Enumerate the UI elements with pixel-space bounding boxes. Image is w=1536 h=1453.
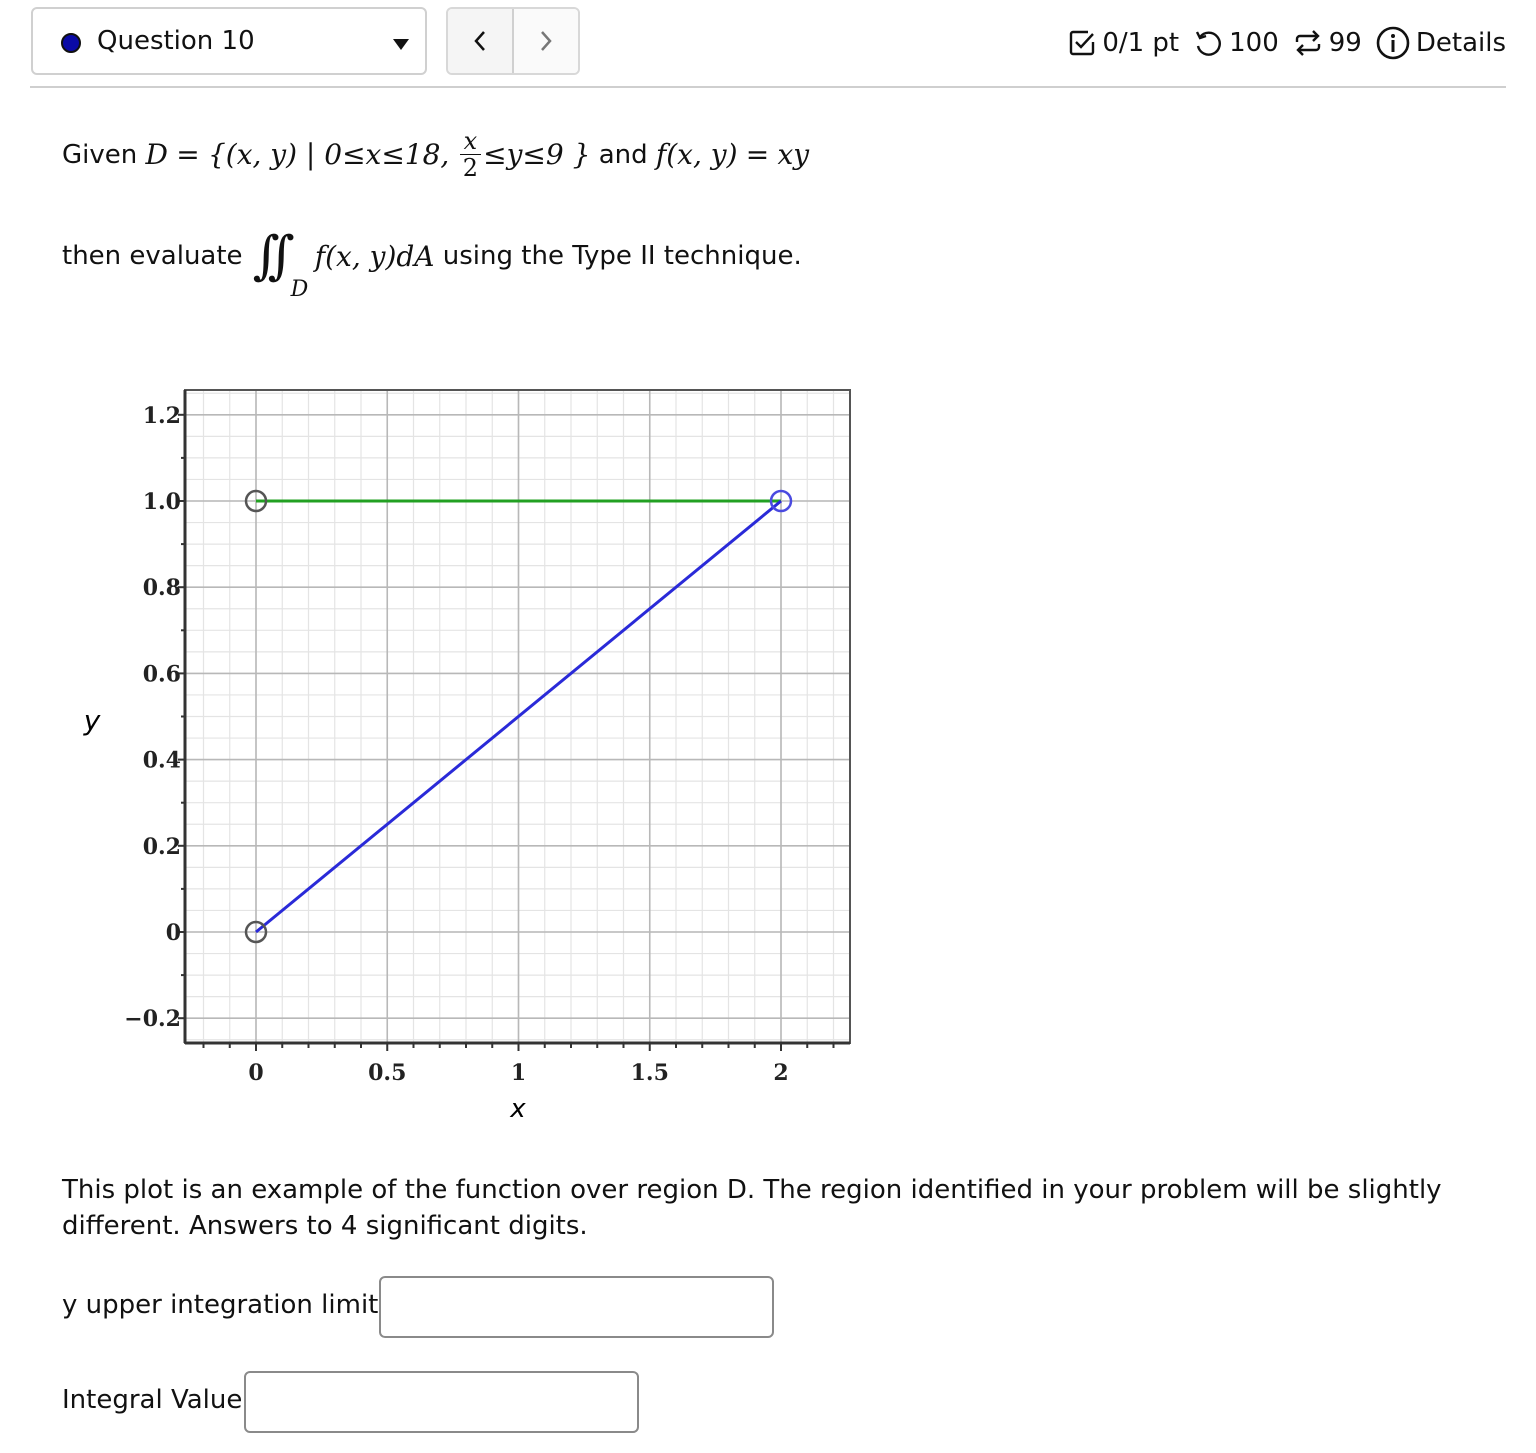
y-tick-label: 1.2: [143, 403, 181, 429]
attempts-item: 99: [1293, 28, 1362, 58]
info-icon: [1376, 26, 1410, 60]
x-tick-label: 1.5: [631, 1060, 669, 1086]
y-tick-label: 0.2: [143, 834, 181, 860]
checkbox-icon: [1070, 30, 1095, 56]
score-item: 0/1 pt: [1068, 28, 1179, 58]
y-upper-limit-input[interactable]: [379, 1276, 774, 1338]
plot-note: This plot is an example of the function …: [62, 1175, 1442, 1241]
x-tick-label: 0: [248, 1060, 263, 1086]
y-tick-label: 0.6: [143, 661, 181, 687]
region-plot: 0 0.5 1 1.5 2 −0.2 0 0.2 0.4 0.6 0.8 1.0 1.2 x y: [83, 389, 851, 1124]
integral-value-label: Integral Value: [62, 1385, 243, 1415]
details-button[interactable]: Details: [1376, 26, 1506, 60]
y-tick-label: 0.8: [143, 575, 181, 601]
score-text: 0/1 pt: [1102, 28, 1180, 58]
x-tick-label: 0.5: [368, 1060, 406, 1086]
tick-labels: 0 0.5 1 1.5 2 −0.2 0 0.2 0.4 0.6 0.8 1.0 1.2: [124, 403, 788, 1086]
x-axis-label: x: [509, 1094, 526, 1124]
details-label: Details: [1415, 28, 1506, 58]
attempts-text: 99: [1328, 28, 1362, 58]
y-tick-label: 1.0: [143, 489, 181, 515]
question-status-bar: 0/1 pt 100 99 Details: [1054, 26, 1506, 60]
retries-item: 100: [1193, 28, 1279, 58]
x-tick-label: 1: [511, 1060, 526, 1086]
integral-value-input[interactable]: [244, 1371, 639, 1433]
y-tick-label: 0: [166, 920, 181, 946]
repeat-icon: [1295, 30, 1320, 56]
axis-ticks: [178, 413, 835, 1051]
y-tick-label: 0.4: [143, 748, 181, 774]
retries-text: 100: [1229, 28, 1279, 58]
x-tick-label: 2: [773, 1060, 788, 1086]
y-axis-label: y: [83, 704, 101, 737]
y-tick-label: −0.2: [124, 1006, 181, 1032]
y-upper-limit-label: y upper integration limit: [62, 1290, 379, 1320]
undo-icon: [1196, 31, 1222, 56]
